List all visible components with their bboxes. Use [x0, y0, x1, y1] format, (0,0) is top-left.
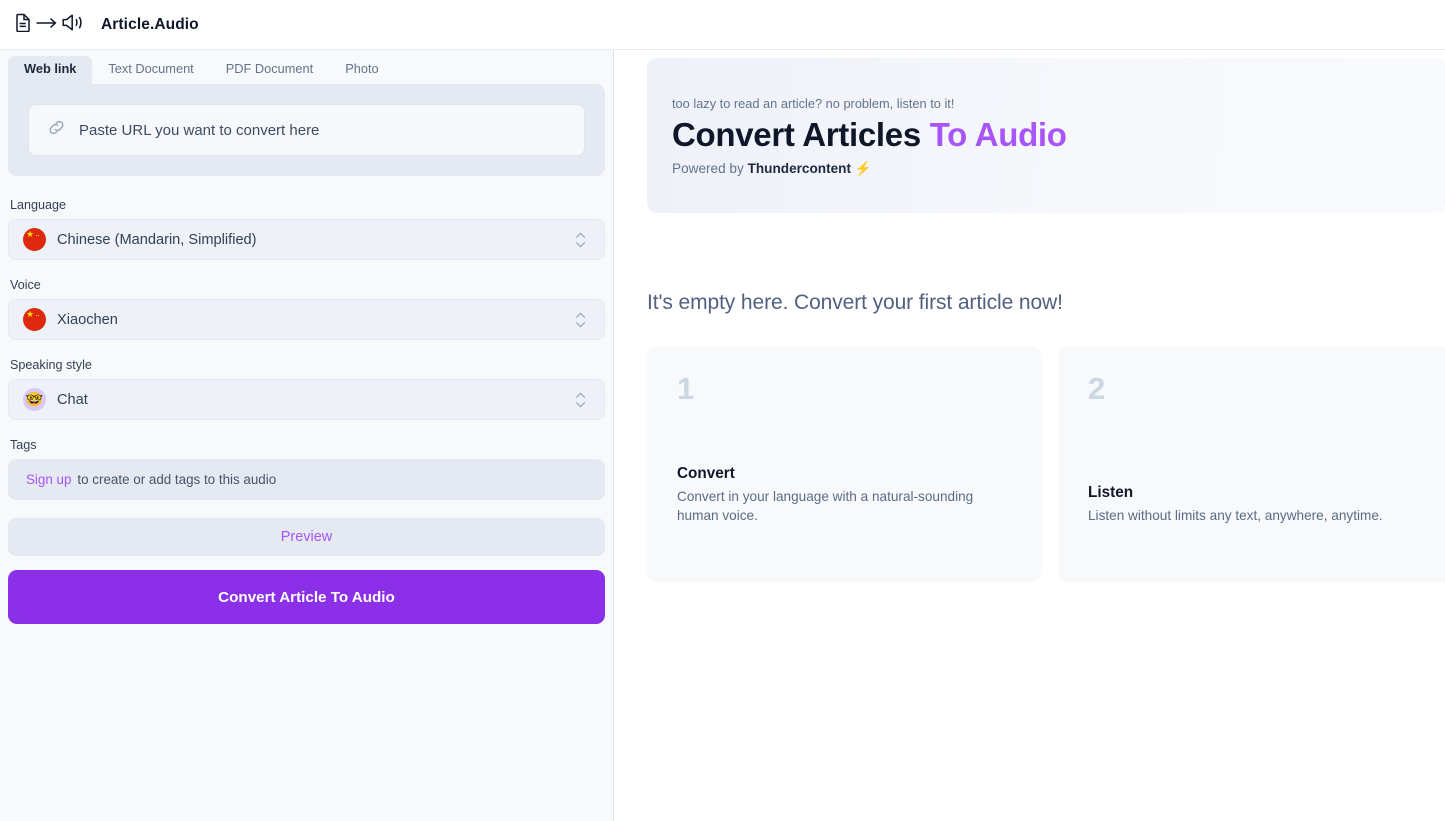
convert-article-button-label: Convert Article To Audio — [218, 588, 395, 606]
preview-button-label: Preview — [280, 529, 333, 545]
chevron-up-down-icon — [575, 311, 592, 328]
tags-signup-notice: Sign up to create or add tags to this au… — [8, 459, 605, 500]
language-select[interactable]: Chinese (Mandarin, Simplified) — [8, 219, 605, 260]
convert-article-button[interactable]: Convert Article To Audio — [8, 570, 605, 624]
step-card-listen: 2 Listen Listen without limits any text,… — [1058, 347, 1445, 582]
onboarding-steps: 1 Convert Convert in your language with … — [647, 347, 1445, 582]
tags-label: Tags — [10, 438, 37, 452]
tab-photo[interactable]: Photo — [329, 56, 394, 84]
voice-field-group: Voice Xiaochen — [8, 278, 605, 340]
chevron-up-down-icon — [575, 391, 592, 408]
flag-china-icon — [23, 308, 46, 331]
step-title: Listen — [1088, 484, 1134, 502]
sign-up-link[interactable]: Sign up — [26, 472, 71, 487]
step-number: 1 — [677, 371, 695, 406]
url-input-card: Paste URL you want to convert here — [8, 84, 605, 176]
tab-web-link[interactable]: Web link — [8, 56, 93, 84]
speaking-style-field-group: Speaking style 🤓 Chat — [8, 358, 605, 420]
voice-select[interactable]: Xiaochen — [8, 299, 605, 340]
step-number: 2 — [1088, 371, 1106, 406]
step-card-convert: 1 Convert Convert in your language with … — [647, 347, 1042, 582]
chevron-up-down-icon — [575, 231, 592, 248]
step-description: Convert in your language with a natural-… — [677, 488, 974, 524]
preview-button[interactable]: Preview — [8, 518, 605, 556]
app-title: Article.Audio — [101, 15, 199, 33]
nerd-face-emoji-icon: 🤓 — [23, 388, 46, 411]
lightning-bolt-icon: ⚡ — [854, 160, 872, 176]
speaking-style-label: Speaking style — [10, 358, 92, 372]
source-type-tabs: Web link Text Document PDF Document Phot… — [8, 50, 605, 84]
main-layout: Web link Text Document PDF Document Phot… — [0, 50, 1445, 821]
language-value: Chinese (Mandarin, Simplified) — [57, 231, 257, 248]
hero-banner: too lazy to read an article? no problem,… — [647, 58, 1445, 213]
hero-headline-main: Convert Articles — [672, 116, 930, 153]
speaking-style-select[interactable]: 🤓 Chat — [8, 379, 605, 420]
converter-panel: Web link Text Document PDF Document Phot… — [0, 50, 614, 821]
tags-hint: to create or add tags to this audio — [77, 472, 277, 487]
language-field-group: Language Chinese (Mandarin, Simplified) — [8, 198, 605, 260]
powered-brand: Thundercontent — [747, 160, 852, 176]
document-icon — [14, 13, 32, 37]
link-icon — [47, 118, 66, 142]
step-title: Convert — [677, 464, 735, 482]
powered-prefix: Powered by — [672, 160, 748, 176]
hero-headline-accent: To Audio — [929, 116, 1067, 153]
flag-china-icon — [23, 228, 46, 251]
url-input[interactable]: Paste URL you want to convert here — [28, 104, 585, 156]
app-logo — [14, 13, 85, 37]
empty-state-title: It's empty here. Convert your first arti… — [647, 291, 1063, 314]
arrow-right-icon — [36, 16, 57, 34]
hero-headline: Convert Articles To Audio — [672, 115, 1445, 155]
hero-kicker: too lazy to read an article? no problem,… — [672, 96, 955, 111]
tab-pdf-document[interactable]: PDF Document — [210, 56, 329, 84]
step-description: Listen without limits any text, anywhere… — [1088, 508, 1383, 524]
voice-label: Voice — [10, 278, 41, 292]
speaker-icon — [61, 13, 85, 37]
url-input-placeholder: Paste URL you want to convert here — [79, 121, 320, 139]
hero-powered-by: Powered by Thundercontent ⚡ — [672, 161, 1445, 177]
content-panel: too lazy to read an article? no problem,… — [614, 50, 1445, 821]
voice-value: Xiaochen — [57, 311, 118, 328]
tab-text-document[interactable]: Text Document — [92, 56, 209, 84]
tags-field-group: Tags Sign up to create or add tags to th… — [8, 438, 605, 500]
language-label: Language — [10, 198, 67, 212]
app-header: Article.Audio — [0, 0, 1445, 50]
speaking-style-value: Chat — [57, 391, 88, 408]
